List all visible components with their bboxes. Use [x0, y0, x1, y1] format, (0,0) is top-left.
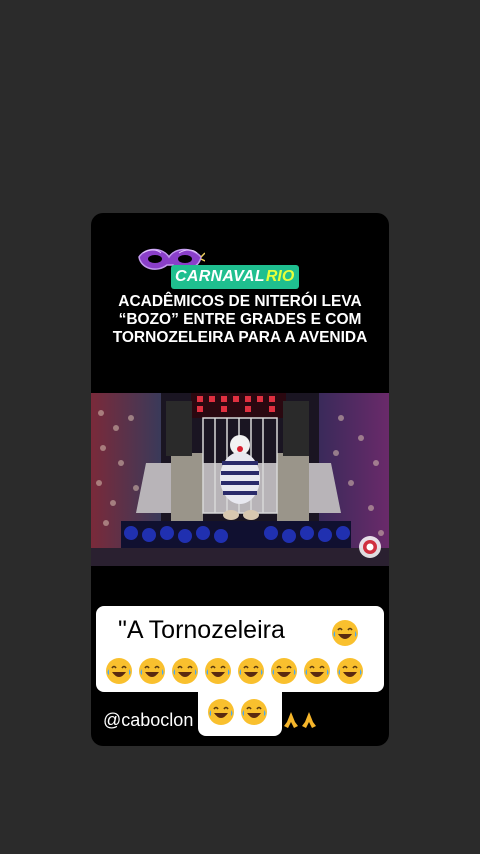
laughing-crying-emoji-icon — [106, 658, 132, 684]
logo-text-rio: RIO — [265, 268, 295, 285]
laughing-crying-emoji-icon — [238, 658, 264, 684]
mention-handle[interactable]: @caboclon — [103, 710, 193, 731]
caption-text-label: "A Tornozeleira — [118, 616, 285, 644]
parade-photo-illustration — [91, 393, 389, 566]
laughing-crying-emoji-icon — [205, 658, 231, 684]
parade-photo — [91, 393, 389, 566]
laughing-crying-emoji-icon — [332, 620, 358, 646]
laughing-crying-emoji-icon — [172, 658, 198, 684]
headline-line: TORNOZELEIRA PARA A AVENIDA — [112, 329, 368, 346]
carnaval-rio-logo: CARNAVAL RIO — [171, 265, 300, 289]
laughing-crying-emoji-icon — [241, 699, 267, 725]
emoji-row-2 — [104, 656, 365, 686]
headline: ACADÊMICOS DE NITERÓI LEVA “BOZO” ENTRE … — [91, 293, 389, 347]
emoji-row-3 — [206, 697, 269, 727]
globo-logo-icon — [359, 536, 381, 558]
folded-hands-icon — [284, 712, 298, 728]
laughing-crying-emoji-icon — [208, 699, 234, 725]
laughing-crying-emoji-icon — [304, 658, 330, 684]
laughing-crying-emoji-icon — [271, 658, 297, 684]
headline-line: ACADÊMICOS DE NITERÓI LEVA — [118, 293, 362, 310]
headline-line: “BOZO” ENTRE GRADES E COM — [118, 311, 362, 328]
laughing-crying-emoji-icon — [337, 658, 363, 684]
caption-text: "A Tornozeleira — [118, 616, 285, 645]
logo-text-carnaval: CARNAVAL — [175, 268, 265, 285]
folded-hands-icon — [302, 712, 316, 728]
laughing-crying-emoji-icon — [139, 658, 165, 684]
